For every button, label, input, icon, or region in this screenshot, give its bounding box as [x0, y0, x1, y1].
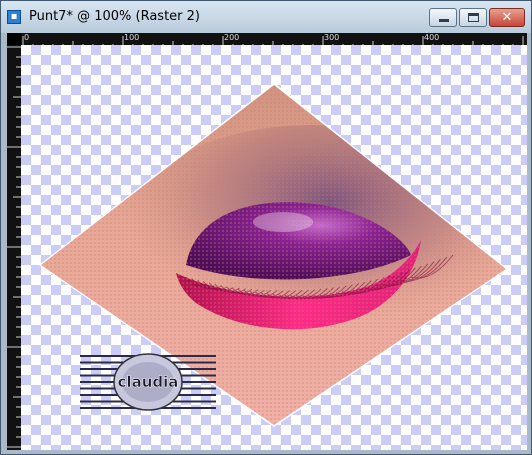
horizontal-ruler[interactable]: 0 100 200 300 400	[21, 33, 527, 45]
maximize-button[interactable]	[459, 8, 487, 27]
image-canvas[interactable]: claudia	[21, 45, 527, 450]
ruler-label-200: 200	[224, 33, 240, 42]
minimize-button[interactable]	[429, 8, 457, 27]
document-window: ▪ Punt7* @ 100% (Raster 2) ✕ 0 100 200 3…	[0, 0, 532, 455]
claudia-watermark: claudia	[80, 353, 216, 411]
ruler-corner	[7, 33, 21, 45]
ruler-label-400: 400	[424, 33, 440, 42]
watermark-text: claudia	[118, 373, 179, 391]
title-bar[interactable]: ▪ Punt7* @ 100% (Raster 2) ✕	[1, 1, 531, 33]
close-icon: ✕	[501, 10, 513, 25]
vertical-ruler[interactable]	[7, 45, 21, 450]
window-title: Punt7* @ 100% (Raster 2)	[29, 9, 200, 24]
close-button[interactable]: ✕	[489, 8, 525, 27]
ruler-label-0: 0	[24, 33, 30, 42]
psp-document-icon: ▪	[7, 10, 21, 24]
minimize-icon	[439, 19, 449, 22]
ruler-label-300: 300	[324, 33, 340, 42]
image-frame: 0 100 200 300 400 claudia	[7, 33, 527, 450]
ruler-label-100: 100	[124, 33, 140, 42]
vertical-ruler-ticks	[7, 46, 21, 448]
horizontal-ruler-ticks	[22, 36, 524, 45]
maximize-icon	[468, 13, 479, 22]
